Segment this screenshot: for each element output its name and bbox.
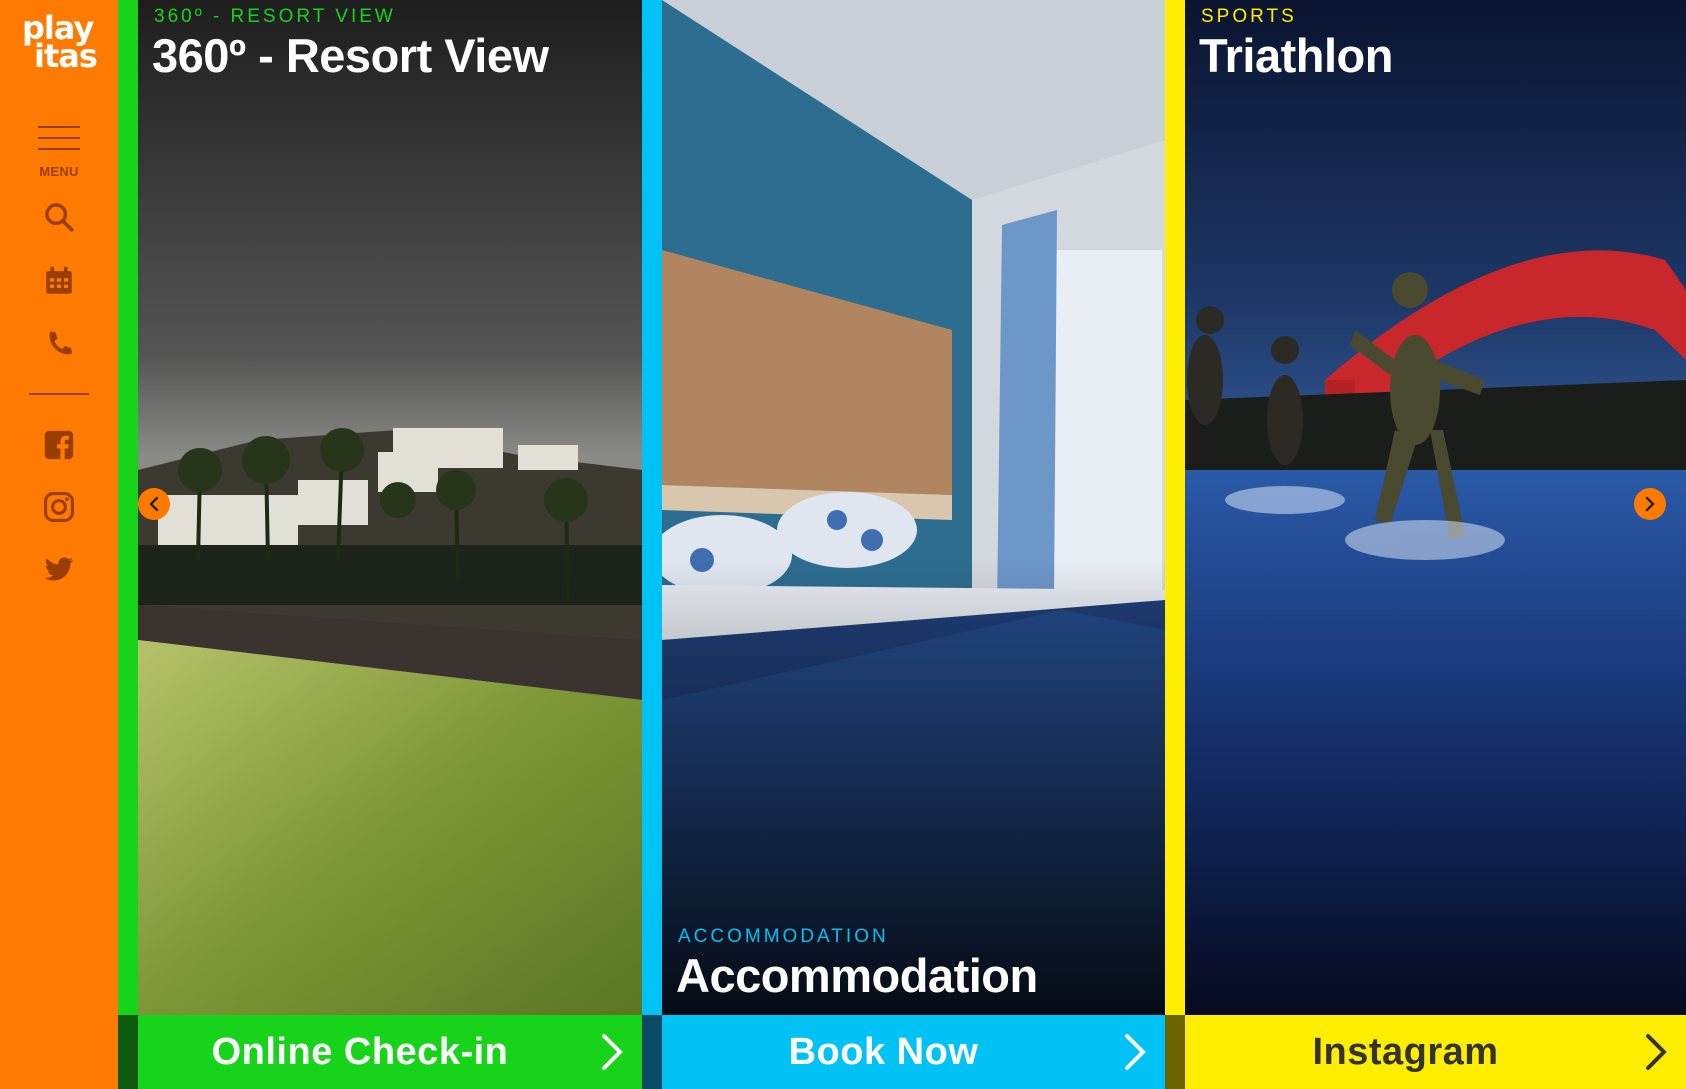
chevron-left-icon [149, 496, 159, 512]
chevron-right-icon [1645, 496, 1655, 512]
playitas-logo[interactable]: play itas [22, 12, 98, 75]
panel-title: 360º - Resort View [152, 29, 549, 82]
triathlon-photo [1185, 0, 1686, 1015]
instagram-button[interactable]: Instagram [1165, 1015, 1686, 1089]
book-now-button[interactable]: Book Now [642, 1015, 1165, 1089]
accommodation-photo [662, 0, 1165, 1015]
panel-category: 360º - RESORT VIEW [154, 6, 396, 27]
panel-category: ACCOMMODATION [678, 926, 889, 947]
accent-strip [118, 0, 138, 1015]
panel-title: Triathlon [1199, 29, 1393, 82]
hamburger-icon [38, 126, 80, 152]
panel-resort-view[interactable]: 360º - RESORT VIEW 360º - Resort View On… [118, 0, 642, 1089]
button-label: Instagram [1312, 1030, 1499, 1073]
online-checkin-button[interactable]: Online Check-in [118, 1015, 642, 1089]
accent-strip [642, 0, 662, 1015]
panel-accommodation[interactable]: ACCOMMODATION Accommodation Book Now [642, 0, 1165, 1089]
carousel-prev-button[interactable] [138, 488, 170, 520]
sidebar-divider [29, 393, 89, 395]
resort-view-photo [138, 0, 642, 1015]
carousel-next-button[interactable] [1634, 488, 1666, 520]
sidebar: play itas MENU [0, 0, 118, 1089]
calendar-icon[interactable] [39, 261, 79, 301]
instagram-icon[interactable] [39, 487, 79, 527]
phone-icon[interactable] [39, 325, 79, 365]
button-label: Book Now [788, 1030, 979, 1073]
menu-label: MENU [39, 164, 79, 179]
accent-strip [1165, 0, 1185, 1015]
chevron-right-icon [582, 1015, 642, 1089]
button-accent-shade [118, 1015, 138, 1089]
panel-title: Accommodation [676, 949, 1038, 1002]
panel-triathlon[interactable]: SPORTS Triathlon Instagram [1165, 0, 1686, 1089]
button-accent-shade [642, 1015, 662, 1089]
chevron-right-icon [1105, 1015, 1165, 1089]
button-label: Online Check-in [211, 1030, 509, 1073]
twitter-icon[interactable] [39, 549, 79, 589]
logo-text-itas: itas [34, 37, 98, 75]
menu-button[interactable]: MENU [38, 126, 80, 179]
chevron-right-icon [1626, 1015, 1686, 1089]
panel-category: SPORTS [1201, 6, 1297, 27]
button-accent-shade [1165, 1015, 1185, 1089]
facebook-icon[interactable] [39, 425, 79, 465]
search-icon[interactable] [39, 197, 79, 237]
